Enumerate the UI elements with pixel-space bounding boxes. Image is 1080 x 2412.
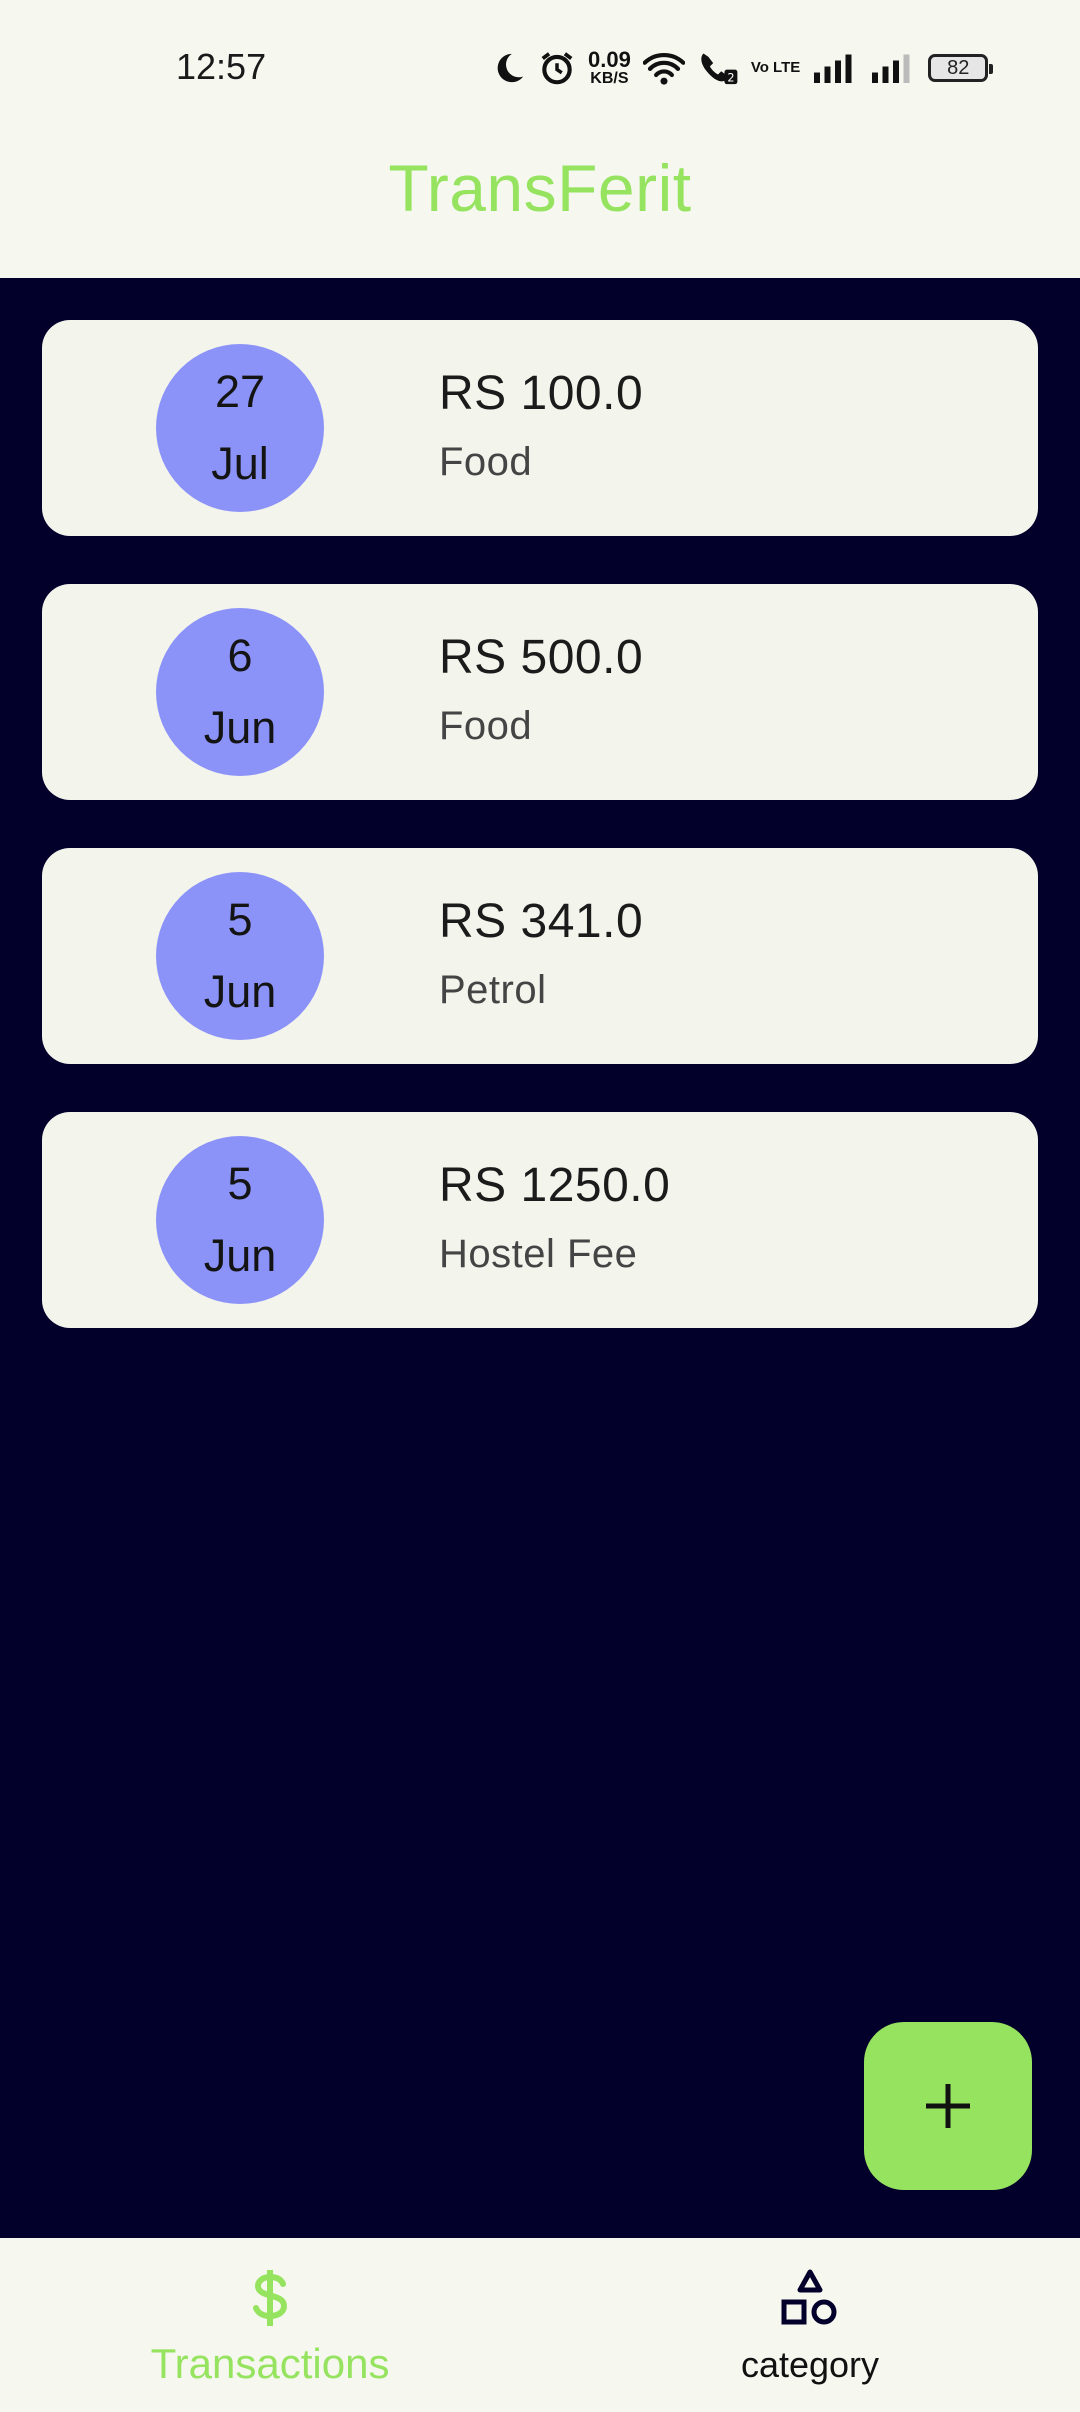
date-day: 5 [227,1158,253,1209]
alarm-icon [538,49,576,87]
add-transaction-button[interactable] [864,2022,1032,2190]
transaction-amount: RS 341.0 [439,895,644,948]
wifi-calling-icon: 2 [697,50,739,86]
transaction-card[interactable]: 6 Jun RS 500.0 Food [42,584,1038,800]
status-time: 12:57 [176,46,267,87]
nav-label-transactions: Transactions [150,2340,390,2387]
signal-icon [812,53,858,83]
transaction-amount: RS 100.0 [439,367,644,420]
status-icons: 0.09 KB/S 2 Vo LTE 82 [492,44,994,92]
date-day: 27 [214,366,266,417]
date-month: Jun [203,702,277,753]
transactions-list: 27 Jul RS 100.0 Food 6 Jun RS 500.0 Food… [42,320,1038,1376]
svg-text:2: 2 [727,72,734,85]
signal-icon [870,53,916,83]
transaction-category: Hostel Fee [439,1232,638,1276]
transaction-card[interactable]: 5 Jun RS 1250.0 Hostel Fee [42,1112,1038,1328]
transaction-card[interactable]: 27 Jul RS 100.0 Food [42,320,1038,536]
transaction-card[interactable]: 5 Jun RS 341.0 Petrol [42,848,1038,1064]
bottom-nav: Transactions category [0,2238,1080,2412]
date-month: Jul [211,438,269,489]
transaction-amount: RS 500.0 [439,631,644,684]
moon-icon [492,51,526,85]
app-title: TransFerit [388,151,692,225]
nav-item-transactions[interactable]: Transactions [0,2238,540,2412]
network-speed-value: 0.09 [588,47,631,72]
date-day: 6 [227,630,253,681]
network-speed-unit: KB/S [590,70,629,87]
top-bar: 12:57 0.09 KB/S 2 Vo LTE 82 TransFerit [0,0,1080,278]
date-day: 5 [227,894,253,945]
transaction-category: Food [439,704,533,748]
nav-item-category[interactable]: category [540,2238,1080,2412]
date-badge: 27 Jul [156,344,324,512]
transaction-category: Food [439,440,533,484]
dollar-icon [0,2268,540,2328]
transaction-amount: RS 1250.0 [439,1159,671,1212]
date-badge: 5 Jun [156,1136,324,1304]
network-speed: 0.09 KB/S [588,49,631,87]
date-badge: 6 Jun [156,608,324,776]
status-bar: 12:57 0.09 KB/S 2 Vo LTE 82 [0,0,1080,138]
transaction-category: Petrol [439,968,547,1012]
volte-icon: Vo LTE [750,59,801,76]
nav-label-category: category [740,2344,880,2385]
battery-icon: 82 [928,54,994,82]
wifi-icon [642,50,685,86]
date-month: Jun [203,1230,277,1281]
plus-icon [922,2080,974,2132]
date-month: Jun [203,966,277,1017]
date-badge: 5 Jun [156,872,324,1040]
shapes-icon [540,2268,1080,2330]
